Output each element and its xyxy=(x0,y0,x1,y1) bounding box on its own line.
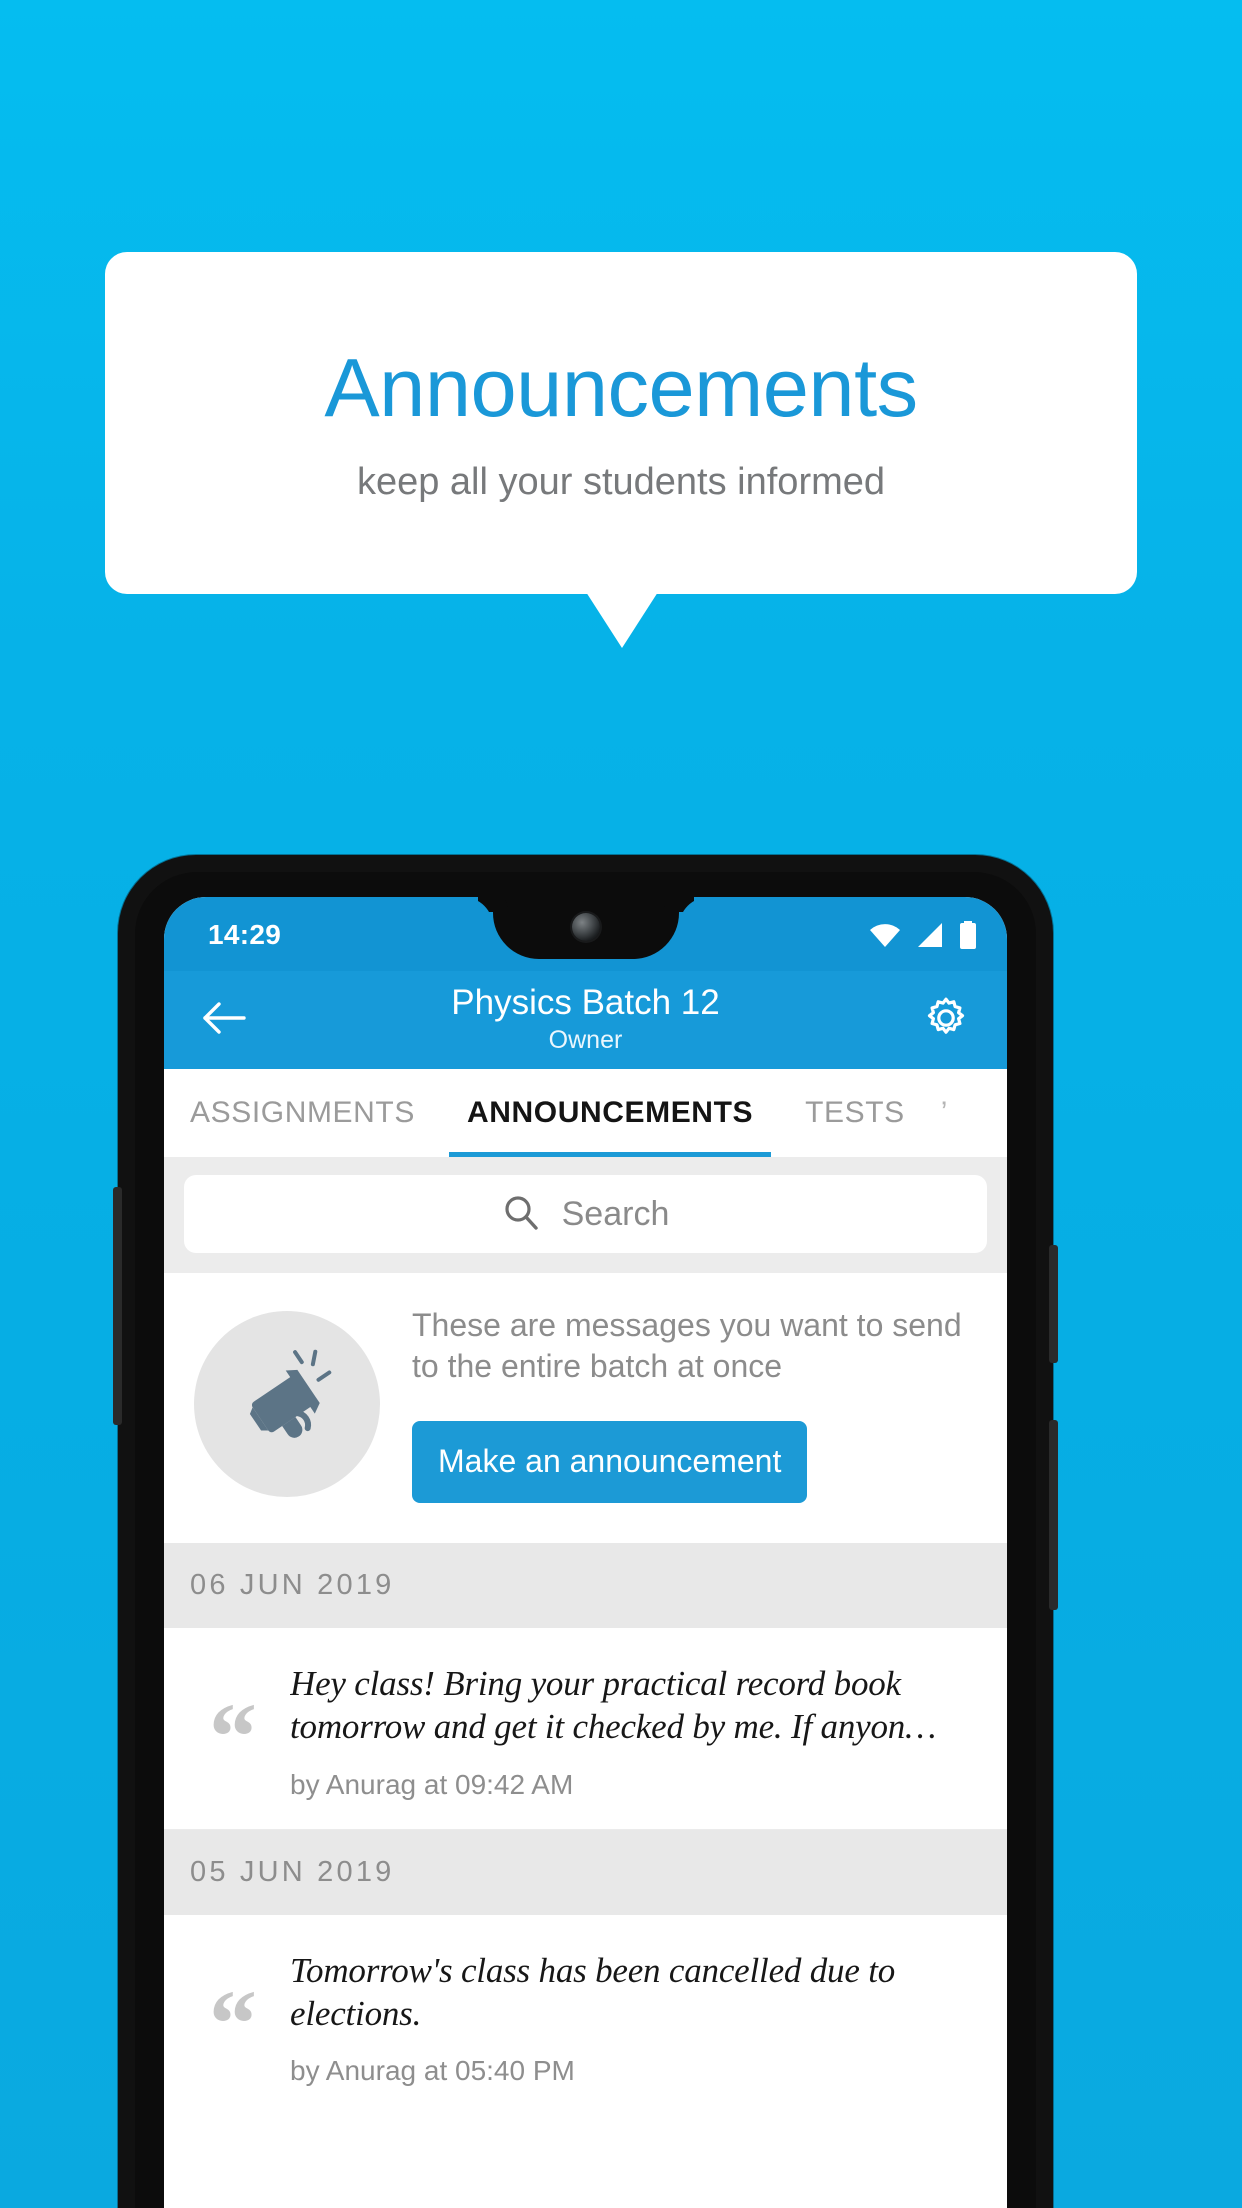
power-button[interactable] xyxy=(1049,1245,1058,1363)
announcement-text: Tomorrow's class has been cancelled due … xyxy=(290,1949,985,2036)
callout-tail xyxy=(586,592,658,648)
promo-content: These are messages you want to send to t… xyxy=(412,1305,981,1503)
back-button[interactable] xyxy=(192,987,258,1053)
cellular-signal-icon xyxy=(916,922,944,948)
announcement-text: Hey class! Bring your practical record b… xyxy=(290,1662,985,1749)
wifi-icon xyxy=(869,922,901,948)
phone-screen: 14:29 Physics Batch 12 Owner ASSIGNMENTS… xyxy=(164,897,1007,2208)
settings-button[interactable] xyxy=(913,987,979,1053)
announcement-line-1: Hey class! Bring your practical record b… xyxy=(290,1663,901,1703)
make-announcement-button[interactable]: Make an announcement xyxy=(412,1420,808,1503)
date-header: 06 JUN 2019 xyxy=(164,1542,1007,1628)
page-title: Physics Batch 12 xyxy=(451,982,720,1022)
announcement-byline: by Anurag at 09:42 AM xyxy=(290,1768,574,1800)
announcement-row[interactable]: “ Hey class! Bring your practical record… xyxy=(164,1627,1007,1829)
announcement-line-2: elections. xyxy=(290,1994,422,2034)
tab-tests[interactable]: TESTS xyxy=(779,1069,931,1157)
search-section: Search xyxy=(164,1157,1007,1273)
announcement-body: Hey class! Bring your practical record b… xyxy=(290,1662,985,1799)
promo-subtitle: keep all your students informed xyxy=(356,460,886,503)
tab-announcements[interactable]: ANNOUNCEMENTS xyxy=(441,1069,779,1157)
tab-assignments[interactable]: ASSIGNMENTS xyxy=(164,1069,441,1157)
front-camera xyxy=(571,913,600,941)
announcement-line-1: Tomorrow's class has been cancelled due … xyxy=(290,1950,896,1990)
battery-icon xyxy=(959,921,977,949)
make-announcement-promo: These are messages you want to send to t… xyxy=(164,1273,1007,1543)
quote-mark-icon: “ xyxy=(209,1682,257,1790)
tab-overflow-partial[interactable]: ’ xyxy=(931,1069,948,1157)
app-bar: Physics Batch 12 Owner xyxy=(164,971,1007,1069)
volume-button[interactable] xyxy=(1049,1420,1058,1610)
status-icon-group xyxy=(869,921,977,949)
phone-device-frame: 14:29 Physics Batch 12 Owner ASSIGNMENTS… xyxy=(113,855,1058,2208)
page-subtitle: Owner xyxy=(548,1026,623,1055)
search-placeholder: Search xyxy=(561,1195,670,1233)
date-header: 05 JUN 2019 xyxy=(164,1829,1007,1915)
search-icon xyxy=(502,1193,540,1236)
promo-title: Announcements xyxy=(324,340,918,434)
tab-bar: ASSIGNMENTS ANNOUNCEMENTS TESTS ’ xyxy=(164,1069,1007,1157)
app-bar-titles: Physics Batch 12 Owner xyxy=(258,983,913,1057)
megaphone-icon xyxy=(233,1347,341,1460)
screenshot-stage: Announcements keep all your students inf… xyxy=(0,0,1242,2208)
announcement-body: Tomorrow's class has been cancelled due … xyxy=(290,1949,985,2086)
announcement-row[interactable]: “ Tomorrow's class has been cancelled du… xyxy=(164,1914,1007,2116)
back-arrow-icon xyxy=(203,1001,247,1040)
quote-mark-icon: “ xyxy=(209,1969,257,2077)
search-input[interactable]: Search xyxy=(184,1175,987,1253)
status-time: 14:29 xyxy=(208,919,282,950)
promo-description: These are messages you want to send to t… xyxy=(412,1307,962,1384)
gear-icon xyxy=(922,994,970,1047)
display-notch xyxy=(492,897,679,959)
promo-callout-card: Announcements keep all your students inf… xyxy=(105,252,1137,594)
announcement-line-2: tomorrow and get it checked by me. If an… xyxy=(290,1707,936,1747)
announcement-byline: by Anurag at 05:40 PM xyxy=(290,2055,575,2087)
assistant-button[interactable] xyxy=(113,1187,122,1425)
megaphone-avatar xyxy=(194,1310,380,1497)
status-bar: 14:29 xyxy=(164,897,1007,971)
